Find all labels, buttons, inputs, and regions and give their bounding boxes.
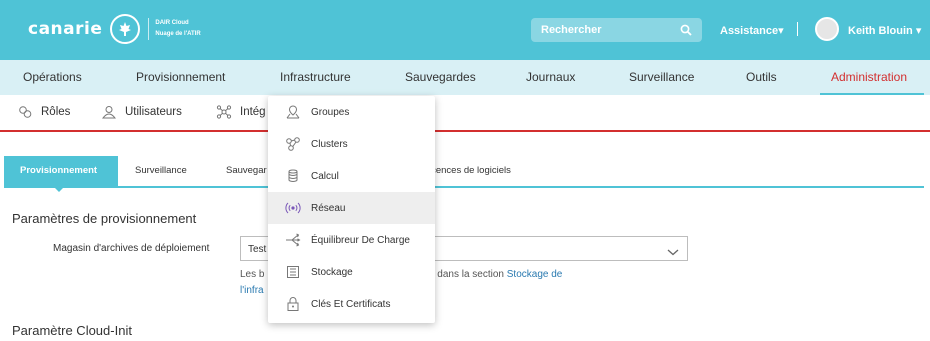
brand-sub-line1: DAIR Cloud: [155, 20, 189, 26]
infrastructure-dropdown-menu: Groupes Clusters Calcul Réseau Équilibre…: [268, 96, 435, 323]
assistance-menu[interactable]: Assistance▾: [720, 24, 784, 37]
archive-store-label: Magasin d'archives de déploiement: [53, 243, 210, 254]
menu-item-compute[interactable]: Calcul: [268, 160, 435, 192]
network-icon: [285, 202, 301, 214]
storage-link[interactable]: Stockage de: [507, 269, 563, 280]
top-header: canarie DAIR Cloud Nuage de l'ATIR Assis…: [0, 0, 930, 60]
menu-label-storage: Stockage: [311, 266, 353, 278]
section-title-provisioning: Paramètres de provisionnement: [12, 211, 197, 226]
help-prefix: Les b: [240, 269, 265, 280]
subnav-item-users[interactable]: Utilisateurs: [101, 105, 182, 119]
menu-item-groups[interactable]: Groupes: [268, 96, 435, 128]
nav-item-provisioning[interactable]: Provisionnement: [136, 60, 225, 95]
menu-label-compute: Calcul: [311, 170, 339, 182]
search-input[interactable]: [531, 18, 671, 42]
subnav-item-roles[interactable]: Rôles: [17, 105, 70, 119]
maple-leaf-icon: [110, 14, 141, 44]
tab-software-licenses[interactable]: icences de logiciels: [429, 156, 511, 186]
tab-provisioning[interactable]: Provisionnement: [4, 156, 118, 186]
nav-item-administration[interactable]: Administration: [831, 60, 907, 95]
chevron-down-icon: [667, 244, 679, 262]
brand-name: canarie: [28, 19, 103, 39]
storage-icon: [287, 266, 299, 278]
nav-item-operations[interactable]: Opérations: [23, 60, 82, 95]
menu-item-load-balancer[interactable]: Équilibreur De Charge: [268, 224, 435, 256]
menu-label-clusters: Clusters: [311, 138, 348, 150]
tab-backups[interactable]: Sauvegar: [226, 156, 267, 186]
main-navigation: Opérations Provisionnement Infrastructur…: [0, 60, 930, 95]
nav-item-tools[interactable]: Outils: [746, 60, 777, 95]
menu-label-network: Réseau: [311, 202, 346, 214]
subnav-label-integrations: Intég: [240, 106, 266, 118]
nav-item-logs[interactable]: Journaux: [526, 60, 575, 95]
brand-subtitle: DAIR Cloud Nuage de l'ATIR: [148, 18, 201, 40]
archive-store-value: Test: [248, 244, 267, 255]
user-menu[interactable]: Keith Blouin ▾: [848, 24, 921, 37]
user-icon: [101, 106, 117, 119]
menu-item-clusters[interactable]: Clusters: [268, 128, 435, 160]
tab-bar-line: [4, 186, 924, 188]
search-icon[interactable]: [680, 23, 692, 41]
subnav-item-integrations[interactable]: Intég: [216, 105, 266, 119]
avatar[interactable]: [815, 17, 839, 41]
menu-item-network[interactable]: Réseau: [268, 192, 435, 224]
keys-icon: [287, 297, 299, 311]
menu-item-keys-certificates[interactable]: Clés Et Certificats: [268, 288, 435, 320]
nav-item-monitoring[interactable]: Surveillance: [629, 60, 694, 95]
assistance-label: Assistance: [720, 25, 779, 37]
menu-label-keys-certificates: Clés Et Certificats: [311, 298, 391, 310]
integration-icon: [216, 105, 232, 119]
menu-item-storage[interactable]: Stockage: [268, 256, 435, 288]
brand-sub-line2: Nuage de l'ATIR: [155, 31, 201, 37]
search-box: [531, 18, 702, 42]
caret-down-icon: ▾: [778, 25, 784, 37]
groups-icon: [286, 105, 300, 119]
clusters-icon: [286, 137, 300, 151]
compute-icon: [288, 169, 298, 182]
sub-navigation: Rôles Utilisateurs Intég: [0, 95, 930, 131]
brand-logo[interactable]: canarie DAIR Cloud Nuage de l'ATIR: [28, 14, 201, 44]
user-name: Keith Blouin: [848, 25, 913, 37]
nav-item-backups[interactable]: Sauvegardes: [405, 60, 476, 95]
header-divider: [797, 22, 798, 36]
menu-label-load-balancer: Équilibreur De Charge: [311, 234, 410, 246]
subnav-label-users: Utilisateurs: [125, 106, 182, 118]
section-title-cloud-init: Paramètre Cloud-Init: [12, 323, 132, 338]
load-balancer-icon: [286, 233, 301, 247]
storage-link-cont[interactable]: l'infra: [240, 285, 264, 296]
roles-icon: [19, 106, 32, 118]
section-divider: [0, 130, 930, 132]
caret-down-icon: ▾: [915, 25, 922, 37]
tab-monitoring[interactable]: Surveillance: [135, 156, 187, 186]
menu-label-groups: Groupes: [311, 106, 350, 118]
nav-item-infrastructure[interactable]: Infrastructure: [280, 60, 351, 95]
subnav-label-roles: Rôles: [41, 106, 71, 118]
